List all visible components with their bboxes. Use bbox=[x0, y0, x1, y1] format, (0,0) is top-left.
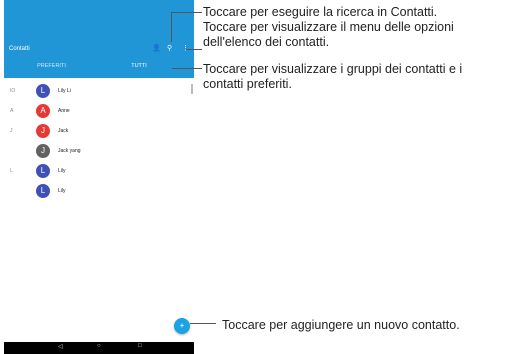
contact-name: Jack yang bbox=[58, 148, 81, 154]
list-item[interactable]: J Jack yang bbox=[4, 142, 194, 162]
callout-groups: Toccare per visualizzare i gruppi dei co… bbox=[203, 62, 463, 91]
list-item[interactable]: IO L Lily Li bbox=[4, 82, 194, 102]
contact-name: Lily bbox=[58, 168, 66, 174]
person-icon[interactable]: 👤 bbox=[152, 44, 161, 52]
list-item[interactable]: J J Jack bbox=[4, 122, 194, 142]
leader-line bbox=[171, 12, 202, 13]
home-icon[interactable]: ○ bbox=[97, 343, 101, 349]
add-contact-button[interactable]: + bbox=[174, 318, 190, 334]
index-letter: L bbox=[10, 168, 13, 174]
index-letter: IO bbox=[10, 88, 16, 94]
list-item[interactable]: A A Anne bbox=[4, 102, 194, 122]
phone-screen: ≡ 94% 07:06 Contatti 👤 ⚲ ⋮ PREFERITI TUT… bbox=[4, 0, 194, 354]
tabs-highlight bbox=[8, 61, 172, 75]
index-letter: A bbox=[10, 108, 14, 114]
avatar: L bbox=[36, 164, 50, 178]
back-icon[interactable]: ◁ bbox=[58, 343, 63, 350]
contact-name: Lily Li bbox=[58, 88, 71, 94]
leader-line bbox=[190, 323, 216, 324]
navigation-bar: ◁ ○ □ bbox=[4, 342, 194, 354]
avatar: A bbox=[36, 104, 50, 118]
leader-line bbox=[171, 12, 172, 42]
avatar: J bbox=[36, 144, 50, 158]
avatar: L bbox=[36, 184, 50, 198]
avatar: J bbox=[36, 124, 50, 138]
contact-name: Lily bbox=[58, 188, 66, 194]
leader-line bbox=[172, 68, 202, 69]
search-highlight bbox=[166, 42, 176, 52]
list-item[interactable]: L L Lily bbox=[4, 162, 194, 182]
contact-name: Jack bbox=[58, 128, 69, 134]
callout-search: Toccare per eseguire la ricerca in Conta… bbox=[203, 5, 438, 19]
callout-menu: Toccare per visualizzare il menu delle o… bbox=[203, 20, 454, 49]
list-item[interactable]: L Lily bbox=[4, 182, 194, 202]
contact-list: IO L Lily Li A A Anne J J Jack J Jack yang L L Lily L L… bbox=[4, 80, 194, 330]
more-vert-icon[interactable]: ⋮ bbox=[182, 44, 189, 52]
add-contact-icon: + bbox=[179, 321, 185, 330]
index-letter: J bbox=[10, 128, 13, 134]
contact-name: Anne bbox=[58, 108, 70, 114]
scrollbar[interactable] bbox=[191, 84, 193, 94]
recent-apps-icon[interactable]: □ bbox=[138, 343, 142, 349]
leader-line bbox=[186, 49, 202, 50]
avatar: L bbox=[36, 84, 50, 98]
callout-add: Toccare per aggiungere un nuovo contatto… bbox=[222, 318, 460, 332]
